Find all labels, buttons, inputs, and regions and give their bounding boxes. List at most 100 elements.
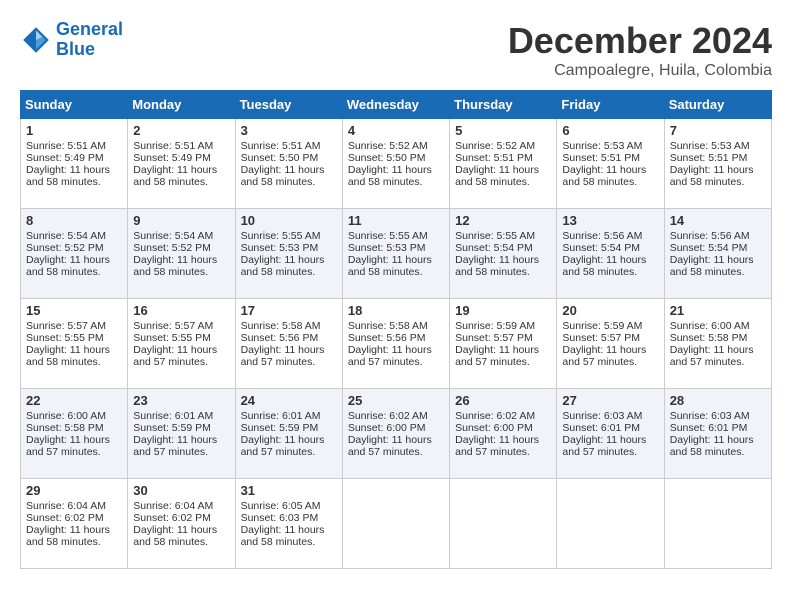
sunset: Sunset: 6:02 PM <box>133 512 211 524</box>
day-number: 16 <box>133 303 229 318</box>
day-number: 4 <box>348 123 444 138</box>
table-row: 8Sunrise: 5:54 AMSunset: 5:52 PMDaylight… <box>21 209 128 299</box>
col-wednesday: Wednesday <box>342 91 449 119</box>
table-row: 1Sunrise: 5:51 AMSunset: 5:49 PMDaylight… <box>21 119 128 209</box>
table-row: 17Sunrise: 5:58 AMSunset: 5:56 PMDayligh… <box>235 299 342 389</box>
title-block: December 2024 Campoalegre, Huila, Colomb… <box>508 20 772 80</box>
sunrise: Sunrise: 5:52 AM <box>455 140 535 152</box>
day-number: 26 <box>455 393 551 408</box>
daylight: Daylight: 11 hours and 58 minutes. <box>562 254 646 278</box>
calendar-header: Sunday Monday Tuesday Wednesday Thursday… <box>21 91 772 119</box>
sunset: Sunset: 5:52 PM <box>26 242 104 254</box>
day-number: 5 <box>455 123 551 138</box>
table-row: 15Sunrise: 5:57 AMSunset: 5:55 PMDayligh… <box>21 299 128 389</box>
daylight: Daylight: 11 hours and 58 minutes. <box>455 254 539 278</box>
daylight: Daylight: 11 hours and 58 minutes. <box>670 164 754 188</box>
table-row: 3Sunrise: 5:51 AMSunset: 5:50 PMDaylight… <box>235 119 342 209</box>
sunrise: Sunrise: 5:55 AM <box>241 230 321 242</box>
sunset: Sunset: 5:56 PM <box>348 332 426 344</box>
week-row-2: 8Sunrise: 5:54 AMSunset: 5:52 PMDaylight… <box>21 209 772 299</box>
day-number: 9 <box>133 213 229 228</box>
logo-line2: Blue <box>56 39 95 59</box>
day-number: 7 <box>670 123 766 138</box>
sunrise: Sunrise: 5:54 AM <box>26 230 106 242</box>
day-number: 14 <box>670 213 766 228</box>
col-monday: Monday <box>128 91 235 119</box>
table-row <box>342 479 449 569</box>
sunrise: Sunrise: 5:57 AM <box>26 320 106 332</box>
table-row: 4Sunrise: 5:52 AMSunset: 5:50 PMDaylight… <box>342 119 449 209</box>
sunrise: Sunrise: 6:04 AM <box>133 500 213 512</box>
day-number: 20 <box>562 303 658 318</box>
table-row: 6Sunrise: 5:53 AMSunset: 5:51 PMDaylight… <box>557 119 664 209</box>
table-row: 18Sunrise: 5:58 AMSunset: 5:56 PMDayligh… <box>342 299 449 389</box>
sunrise: Sunrise: 6:02 AM <box>348 410 428 422</box>
sunrise: Sunrise: 5:51 AM <box>241 140 321 152</box>
daylight: Daylight: 11 hours and 58 minutes. <box>133 524 217 548</box>
sunrise: Sunrise: 5:51 AM <box>133 140 213 152</box>
daylight: Daylight: 11 hours and 57 minutes. <box>241 434 325 458</box>
table-row: 13 Sunrise: 5:56 AMSunset: 5:54 PMDayligh… <box>557 209 664 299</box>
sunset: Sunset: 5:57 PM <box>562 332 640 344</box>
day-number: 31 <box>241 483 337 498</box>
calendar-body: 1Sunrise: 5:51 AMSunset: 5:49 PMDaylight… <box>21 119 772 569</box>
sunrise: Sunrise: 6:00 AM <box>26 410 106 422</box>
table-row: 27Sunrise: 6:03 AMSunset: 6:01 PMDayligh… <box>557 389 664 479</box>
daylight: Daylight: 11 hours and 57 minutes. <box>241 344 325 368</box>
table-row: 23Sunrise: 6:01 AMSunset: 5:59 PMDayligh… <box>128 389 235 479</box>
sunset: Sunset: 5:51 PM <box>670 152 748 164</box>
sunset: Sunset: 5:55 PM <box>133 332 211 344</box>
week-row-1: 1Sunrise: 5:51 AMSunset: 5:49 PMDaylight… <box>21 119 772 209</box>
sunset: Sunset: 5:57 PM <box>455 332 533 344</box>
logo: General Blue <box>20 20 123 60</box>
sunrise: Sunrise: 5:58 AM <box>241 320 321 332</box>
sunset: Sunset: 5:54 PM <box>562 242 640 254</box>
day-number: 30 <box>133 483 229 498</box>
day-number: 11 <box>348 213 444 228</box>
table-row: 22Sunrise: 6:00 AMSunset: 5:58 PMDayligh… <box>21 389 128 479</box>
sunrise: Sunrise: 5:52 AM <box>348 140 428 152</box>
sunrise: Sunrise: 5:53 AM <box>562 140 642 152</box>
sunrise: Sunrise: 5:56 AM <box>562 230 642 242</box>
sunset: Sunset: 5:54 PM <box>455 242 533 254</box>
day-number: 22 <box>26 393 122 408</box>
sunrise: Sunrise: 5:57 AM <box>133 320 213 332</box>
table-row: 29Sunrise: 6:04 AMSunset: 6:02 PMDayligh… <box>21 479 128 569</box>
table-row: 12Sunrise: 5:55 AMSunset: 5:54 PMDayligh… <box>450 209 557 299</box>
daylight: Daylight: 11 hours and 58 minutes. <box>670 254 754 278</box>
table-row: 21Sunrise: 6:00 AMSunset: 5:58 PMDayligh… <box>664 299 771 389</box>
day-number: 2 <box>133 123 229 138</box>
daylight: Daylight: 11 hours and 58 minutes. <box>241 254 325 278</box>
sunrise: Sunrise: 6:03 AM <box>670 410 750 422</box>
sunrise: Sunrise: 5:56 AM <box>670 230 750 242</box>
day-number: 15 <box>26 303 122 318</box>
table-row: 7 Sunrise: 5:53 AMSunset: 5:51 PMDaylight… <box>664 119 771 209</box>
sunrise: Sunrise: 5:53 AM <box>670 140 750 152</box>
daylight: Daylight: 11 hours and 57 minutes. <box>133 434 217 458</box>
day-number: 13 <box>562 213 658 228</box>
table-row: 10Sunrise: 5:55 AMSunset: 5:53 PMDayligh… <box>235 209 342 299</box>
week-row-4: 22Sunrise: 6:00 AMSunset: 5:58 PMDayligh… <box>21 389 772 479</box>
col-tuesday: Tuesday <box>235 91 342 119</box>
sunrise: Sunrise: 5:51 AM <box>26 140 106 152</box>
sunset: Sunset: 5:53 PM <box>241 242 319 254</box>
calendar-table: Sunday Monday Tuesday Wednesday Thursday… <box>20 90 772 569</box>
table-row: 31Sunrise: 6:05 AMSunset: 6:03 PMDayligh… <box>235 479 342 569</box>
day-number: 3 <box>241 123 337 138</box>
table-row <box>664 479 771 569</box>
table-row: 16Sunrise: 5:57 AMSunset: 5:55 PMDayligh… <box>128 299 235 389</box>
daylight: Daylight: 11 hours and 58 minutes. <box>26 344 110 368</box>
sunset: Sunset: 6:00 PM <box>348 422 426 434</box>
table-row: 28Sunrise: 6:03 AMSunset: 6:01 PMDayligh… <box>664 389 771 479</box>
sunrise: Sunrise: 6:01 AM <box>133 410 213 422</box>
week-row-3: 15Sunrise: 5:57 AMSunset: 5:55 PMDayligh… <box>21 299 772 389</box>
day-number: 23 <box>133 393 229 408</box>
daylight: Daylight: 11 hours and 58 minutes. <box>241 164 325 188</box>
daylight: Daylight: 11 hours and 58 minutes. <box>241 524 325 548</box>
sunrise: Sunrise: 6:03 AM <box>562 410 642 422</box>
daylight: Daylight: 11 hours and 57 minutes. <box>348 434 432 458</box>
table-row: 9Sunrise: 5:54 AMSunset: 5:52 PMDaylight… <box>128 209 235 299</box>
daylight: Daylight: 11 hours and 57 minutes. <box>670 344 754 368</box>
daylight: Daylight: 11 hours and 58 minutes. <box>26 524 110 548</box>
table-row: 30 Sunrise: 6:04 AMSunset: 6:02 PMDayligh… <box>128 479 235 569</box>
